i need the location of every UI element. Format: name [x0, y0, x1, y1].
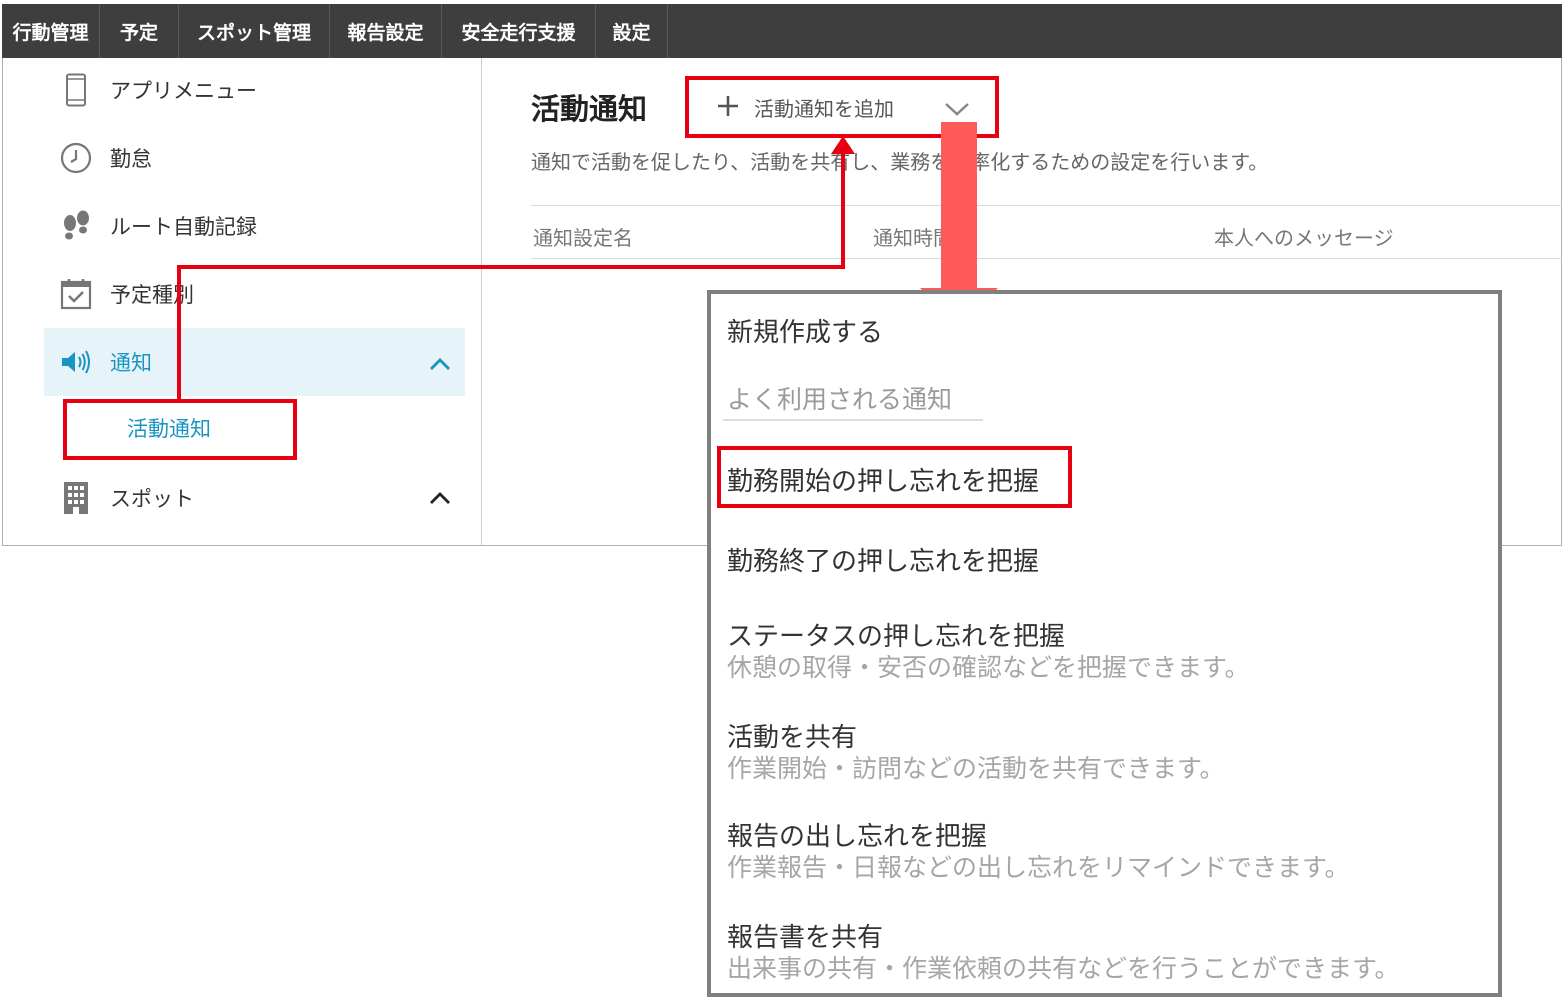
section-divider: [723, 419, 983, 421]
column-header-message[interactable]: 本人へのメッセージ: [1214, 222, 1394, 251]
highlight-work-start-option: [717, 446, 1072, 508]
nav-item-activity-management[interactable]: 行動管理: [2, 4, 100, 58]
sidebar-item-app-menu[interactable]: アプリメニュー: [44, 58, 465, 122]
sidebar-item-label: スポット: [110, 487, 194, 511]
table-header: 通知設定名 通知時間 本人へのメッセージ: [531, 205, 1562, 259]
highlight-sidebar-subitem: [63, 399, 297, 460]
option-report-reminder-description: 作業報告・日報などの出し忘れをリマインドできます。: [727, 853, 1350, 882]
nav-item-report-settings[interactable]: 報告設定: [330, 4, 442, 58]
sidebar-item-schedule-type[interactable]: 予定種別: [44, 262, 465, 326]
smartphone-icon: [59, 72, 93, 108]
page-description: 通知で活動を促したり、活動を共有し、業務を効率化するための設定を行います。: [531, 150, 1269, 174]
nav-item-schedule[interactable]: 予定: [100, 4, 179, 58]
create-new-option[interactable]: 新規作成する: [727, 312, 883, 349]
top-nav: 行動管理 予定 スポット管理 報告設定 安全走行支援 設定: [2, 4, 1562, 58]
speaker-icon: [59, 344, 93, 380]
chevron-up-icon[interactable]: [429, 486, 451, 510]
clock-icon: [59, 140, 93, 176]
sidebar-item-label: 通知: [110, 351, 152, 375]
option-work-end[interactable]: 勤務終了の押し忘れを把握: [727, 541, 1039, 578]
sidebar-item-label: 予定種別: [110, 283, 194, 307]
calendar-check-icon: [59, 276, 93, 312]
sidebar-item-spot[interactable]: スポット: [44, 466, 465, 530]
connector-line-vertical-left: [177, 265, 181, 400]
nav-item-safe-driving[interactable]: 安全走行支援: [442, 4, 596, 58]
connector-line-horizontal: [177, 265, 845, 269]
column-header-name[interactable]: 通知設定名: [533, 222, 633, 251]
dropdown-section-header: よく利用される通知: [727, 385, 953, 414]
page-title: 活動通知: [531, 92, 648, 126]
option-share-report-description: 出来事の共有・作業依頼の共有などを行うことができます。: [727, 954, 1400, 983]
sidebar: アプリメニュー 勤怠 ルート自動記録 予定種別 通知 活動通知 スポット: [3, 58, 482, 545]
connector-arrowhead-icon: [831, 136, 855, 154]
sidebar-item-notifications[interactable]: 通知: [44, 328, 465, 396]
option-status-description: 休憩の取得・安否の確認などを把握できます。: [727, 653, 1250, 682]
chevron-up-icon[interactable]: [429, 352, 451, 376]
option-share-activity-description: 作業開始・訪問などの活動を共有できます。: [727, 754, 1225, 783]
connector-line-vertical-right: [841, 148, 845, 269]
sidebar-item-attendance[interactable]: 勤怠: [44, 126, 465, 190]
sidebar-item-label: アプリメニュー: [110, 79, 257, 103]
sidebar-item-label: ルート自動記録: [110, 215, 257, 239]
sidebar-item-auto-route[interactable]: ルート自動記録: [44, 194, 465, 258]
nav-item-settings[interactable]: 設定: [596, 4, 668, 58]
sidebar-item-label: 勤怠: [110, 147, 152, 171]
building-icon: [59, 480, 93, 516]
nav-item-spot-management[interactable]: スポット管理: [179, 4, 330, 58]
add-notification-dropdown: 新規作成する よく利用される通知 勤務開始の押し忘れを把握 勤務終了の押し忘れを…: [707, 290, 1502, 997]
footprints-icon: [59, 208, 93, 244]
